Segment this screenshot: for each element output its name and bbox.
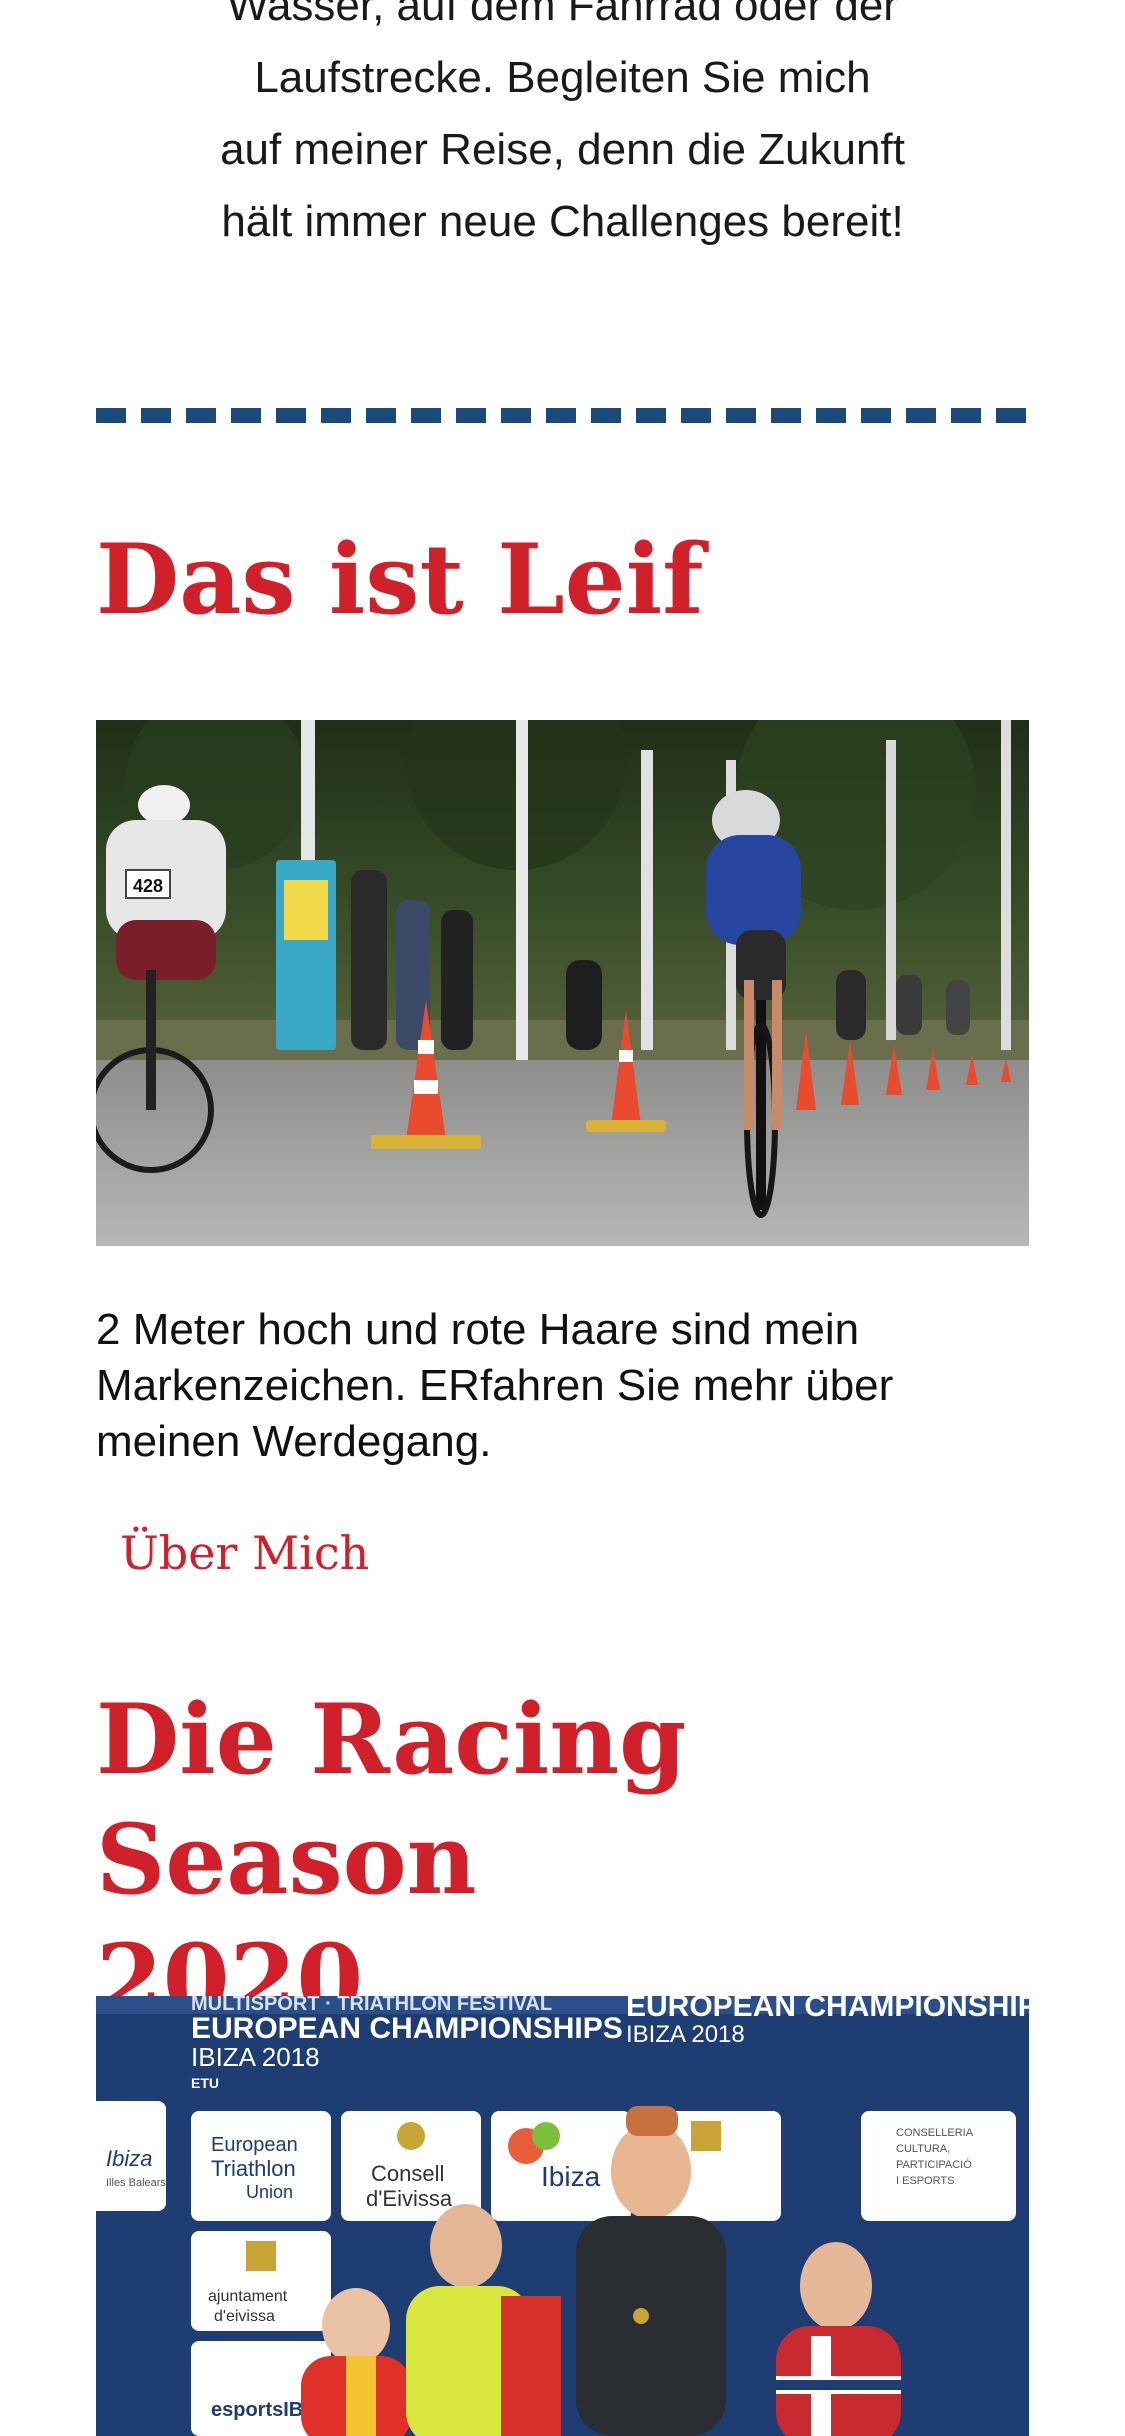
- intro-line: auf meiner Reise, denn die Zukunft: [220, 125, 905, 174]
- sponsor-govern-line: I ESPORTS: [896, 2175, 954, 2187]
- sponsor-govern-line: CONSELLERIA: [896, 2127, 974, 2139]
- sponsor-ibiza-sub: Illes Balears: [106, 2177, 166, 2189]
- season-heading: Die Racing Season 2020: [96, 1680, 1046, 2040]
- sponsor-consell-line: Consell: [371, 2161, 444, 2186]
- race-bib-number: 428: [133, 876, 163, 896]
- triathlon-bike-photo: 428: [96, 720, 1029, 1246]
- banner-title: EUROPEAN CHAMPIONSHIPS: [191, 2012, 623, 2045]
- banner-title-right: EUROPEAN CHAMPIONSHIPS: [626, 1996, 1029, 2023]
- sponsor-esports: esportsIB: [211, 2399, 303, 2421]
- podium-photo: MULTISPORT · TRIATHLON FESTIVAL EUROPEAN…: [96, 1996, 1029, 2436]
- sponsor-etu-line: Union: [246, 2182, 293, 2202]
- intro-line: Wasser, auf dem Fahrrad oder der: [227, 0, 898, 30]
- sponsor-ibiza-tile: Ibiza: [541, 2161, 601, 2192]
- about-heading: Das ist Leif: [96, 523, 704, 636]
- dashed-divider: [96, 408, 1029, 423]
- about-me-link[interactable]: Über Mich: [120, 1518, 369, 1588]
- sponsor-ajuntament-line: ajuntament: [208, 2288, 288, 2305]
- sponsor-consell-line: d'Eivissa: [366, 2186, 453, 2211]
- intro-line: Laufstrecke. Begleiten Sie mich: [254, 53, 871, 102]
- banner-place-right: IBIZA 2018: [626, 2021, 745, 2048]
- banner-place: IBIZA 2018: [191, 2042, 320, 2072]
- season-heading-line: Die Racing Season: [96, 1683, 687, 1916]
- sponsor-etu-line: European: [211, 2134, 298, 2156]
- sponsor-ajuntament-line: d'eivissa: [214, 2308, 275, 2325]
- intro-line: hält immer neue Challenges bereit!: [221, 197, 904, 246]
- banner-org: ETU: [191, 2075, 219, 2091]
- about-bio-text: 2 Meter hoch und rote Haare sind mein Ma…: [96, 1305, 894, 1466]
- sponsor-govern-line: CULTURA,: [896, 2143, 950, 2155]
- sponsor-ibiza: Ibiza: [106, 2146, 152, 2171]
- sponsor-govern-line: PARTICIPACIÓ: [896, 2158, 972, 2171]
- intro-text: Wasser, auf dem Fahrrad oder der Laufstr…: [96, 0, 1029, 258]
- sponsor-etu-line: Triathlon: [211, 2156, 296, 2181]
